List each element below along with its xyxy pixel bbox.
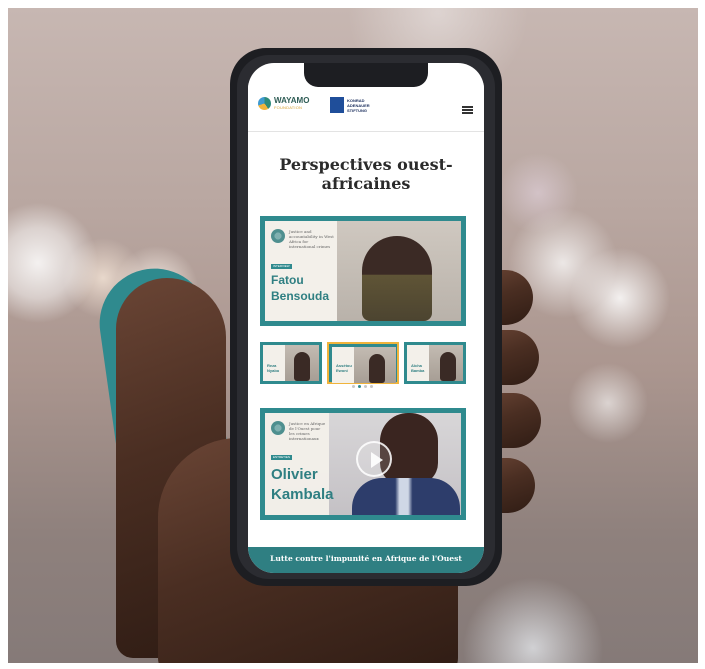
thumbnail-caption-card: Aïcha Bamba: [407, 345, 429, 381]
video-thumbnail-carousel: Reza Nyabo Assétou Ewoni Aïcha Bamba: [260, 342, 466, 388]
carousel-dot[interactable]: [364, 385, 367, 388]
video-tag: ENTRETIEN: [271, 455, 293, 460]
featured-speaker-first-name: Fatou: [271, 273, 304, 287]
background-photo: WAYAMO FOUNDATION KONRAD ADENAUER STIFTU…: [8, 8, 698, 663]
carousel-dot[interactable]: [352, 385, 355, 388]
page-title: Perspectives ouest-africaines: [279, 155, 453, 193]
carousel-dot[interactable]: [370, 385, 373, 388]
featured-description: Justice and accountability in West Afric…: [289, 229, 334, 249]
video-speaker-suit: [352, 478, 460, 515]
play-button-icon[interactable]: [356, 441, 392, 477]
video-thumbnail[interactable]: Reza Nyabo: [260, 342, 322, 384]
featured-interview-card[interactable]: Justice and accountability in West Afric…: [260, 216, 466, 326]
wayamo-logo-text: WAYAMO: [274, 96, 310, 105]
carousel-dots: [352, 385, 373, 388]
leaf-emblem-icon: [271, 229, 285, 243]
thumbnail-name: Assétou Ewoni: [336, 363, 352, 373]
carousel-dot-active[interactable]: [358, 385, 361, 388]
wayamo-logo-subtext: FOUNDATION: [274, 105, 303, 110]
featured-tag: INTERVIEW: [271, 264, 292, 269]
wayamo-logo-icon: [258, 97, 271, 110]
thumbnail-speaker: [440, 352, 456, 381]
thumbnail-speaker: [369, 354, 385, 383]
site-header: WAYAMO FOUNDATION KONRAD ADENAUER STIFTU…: [248, 83, 484, 132]
kas-logo-icon: [330, 97, 344, 113]
phone-screen: WAYAMO FOUNDATION KONRAD ADENAUER STIFTU…: [248, 63, 484, 573]
featured-caption-card: Justice and accountability in West Afric…: [265, 221, 337, 321]
thumbnail-name: Aïcha Bamba: [411, 363, 425, 373]
kas-logo-line: STIFTUNG: [347, 107, 367, 113]
thumbnail-speaker: [294, 352, 310, 381]
footer-text: Lutte contre l'impunité en Afrique de l'…: [270, 554, 462, 563]
featured-speaker-photo: [362, 236, 432, 321]
thumbnail-caption-card: Assétou Ewoni: [332, 347, 354, 383]
kas-logo-line: ADENAUER: [347, 102, 370, 108]
wayamo-logo[interactable]: WAYAMO FOUNDATION: [258, 97, 309, 110]
video-thumbnail-selected[interactable]: Assétou Ewoni: [327, 342, 399, 384]
video-description: Justice en Afrique de l'Ouest pour les c…: [289, 421, 326, 441]
footer-banner: Lutte contre l'impunité en Afrique de l'…: [248, 547, 484, 573]
phone-notch: [304, 63, 428, 87]
video-speaker-first-name: Olivier: [271, 466, 318, 483]
video-thumbnail[interactable]: Aïcha Bamba: [404, 342, 466, 384]
thumbnail-caption-card: Reza Nyabo: [263, 345, 285, 381]
hamburger-menu-icon[interactable]: [462, 106, 473, 114]
video-player[interactable]: Justice en Afrique de l'Ouest pour les c…: [260, 408, 466, 520]
leaf-emblem-icon: [271, 421, 285, 435]
featured-speaker-last-name: Bensouda: [271, 289, 330, 303]
video-speaker-last-name: Kambala: [271, 486, 334, 503]
kas-logo[interactable]: KONRAD ADENAUER STIFTUNG: [330, 97, 370, 113]
thumbnail-name: Reza Nyabo: [267, 363, 280, 373]
